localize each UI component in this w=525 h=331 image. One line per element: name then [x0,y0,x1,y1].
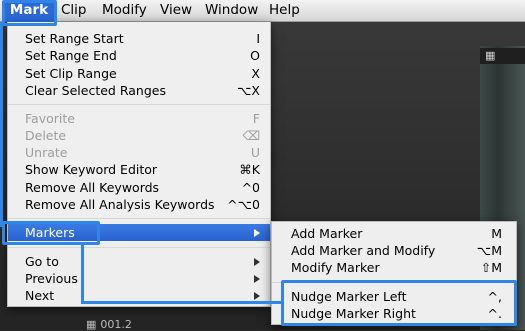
menu-item-delete[interactable]: Delete ⌫ [8,127,270,144]
menubar-item-modify[interactable]: Modify [102,0,147,22]
menu-item-label: Modify Marker [291,260,380,275]
submenu-item-nudge-marker-left[interactable]: Nudge Marker Left ^, [272,288,516,305]
menu-item-label: Nudge Marker Left [291,289,407,304]
menu-item-label: Add Marker and Modify [291,243,436,258]
menu-item-set-range-end[interactable]: Set Range End O [8,47,270,64]
menu-item-label: Remove All Analysis Keywords [25,197,215,212]
markers-submenu: Add Marker M Add Marker and Modify ⌥M Mo… [271,221,517,325]
menu-item-label: Unrate [25,145,68,160]
menu-item-label: Favorite [25,111,75,126]
menu-item-shortcut: ⌥X [237,83,260,98]
menu-item-go-to[interactable]: Go to [8,253,270,270]
menu-item-shortcut: ⌥M [476,243,502,258]
menu-item-label: Set Clip Range [25,66,117,81]
menubar-item-mark[interactable]: Mark [4,0,54,22]
menu-separator [8,218,270,219]
submenu-item-nudge-marker-right[interactable]: Nudge Marker Right ^. [272,305,516,322]
menu-item-label: Set Range Start [25,31,124,46]
menu-item-shortcut: ^. [487,306,502,321]
menu-item-shortcut: I [256,31,260,46]
menu-item-label: Add Marker [291,226,363,241]
menu-item-label: Next [25,288,55,303]
menubar: Mark Clip Modify View Window Help [0,0,525,22]
menu-item-show-keyword-editor[interactable]: Show Keyword Editor ⌘K [8,161,270,178]
menu-item-favorite[interactable]: Favorite F [8,110,270,127]
menu-item-shortcut: F [252,111,260,126]
menu-item-shortcut: U [250,145,260,160]
menu-item-label: Set Range End [25,48,117,63]
menu-item-unrate[interactable]: Unrate U [8,144,270,161]
menu-item-shortcut: ⇧M [480,260,502,275]
menubar-item-view[interactable]: View [160,0,192,22]
event-clip-label[interactable]: ▦ 001.2 [86,318,132,331]
submenu-arrow-icon [254,292,260,300]
film-clip-icon: ▦ [86,318,97,331]
menu-item-previous[interactable]: Previous [8,270,270,287]
menu-item-label: Show Keyword Editor [25,162,158,177]
menubar-item-clip[interactable]: Clip [61,0,87,22]
menu-item-shortcut: ^0 [241,180,260,195]
menu-item-shortcut: X [251,66,260,81]
menu-item-remove-all-analysis-keywords[interactable]: Remove All Analysis Keywords ^⌥0 [8,196,270,213]
browser-thumbnail-header: ▦ [480,48,525,64]
menu-item-shortcut: ^⌥0 [227,197,260,212]
submenu-arrow-icon [254,229,260,237]
menu-item-label: Nudge Marker Right [291,306,416,321]
menu-item-set-range-start[interactable]: Set Range Start I [8,30,270,47]
menu-item-shortcut: ^, [487,289,502,304]
menu-item-label: Previous [25,271,78,286]
menubar-item-help[interactable]: Help [269,0,300,22]
delete-key-icon: ⌫ [242,128,260,143]
submenu-item-add-marker[interactable]: Add Marker M [272,225,516,242]
submenu-arrow-icon [254,275,260,283]
submenu-item-add-marker-and-modify[interactable]: Add Marker and Modify ⌥M [272,242,516,259]
submenu-arrow-icon [254,258,260,266]
menu-separator [8,104,270,105]
menu-item-remove-all-keywords[interactable]: Remove All Keywords ^0 [8,179,270,196]
mark-menu: Set Range Start I Set Range End O Set Cl… [7,22,271,307]
menu-item-shortcut: O [250,48,260,63]
menu-separator [8,247,270,248]
event-clip-name: 001.2 [100,318,132,331]
menu-item-label: Go to [25,254,59,269]
menu-item-next[interactable]: Next [8,287,270,304]
menu-item-label: Remove All Keywords [25,180,160,195]
menu-item-shortcut: M [491,226,502,241]
film-clip-icon: ▦ [485,49,496,62]
menu-item-label: Markers [25,225,75,240]
submenu-item-modify-marker[interactable]: Modify Marker ⇧M [272,259,516,276]
menu-item-clear-selected-ranges[interactable]: Clear Selected Ranges ⌥X [8,82,270,99]
menu-item-label: Delete [25,128,67,143]
menu-item-set-clip-range[interactable]: Set Clip Range X [8,65,270,82]
menu-item-label: Clear Selected Ranges [25,83,166,98]
menu-item-markers[interactable]: Markers [8,224,270,241]
menu-separator [272,282,516,283]
menubar-item-window[interactable]: Window [205,0,258,22]
menu-item-shortcut: ⌘K [239,162,260,177]
